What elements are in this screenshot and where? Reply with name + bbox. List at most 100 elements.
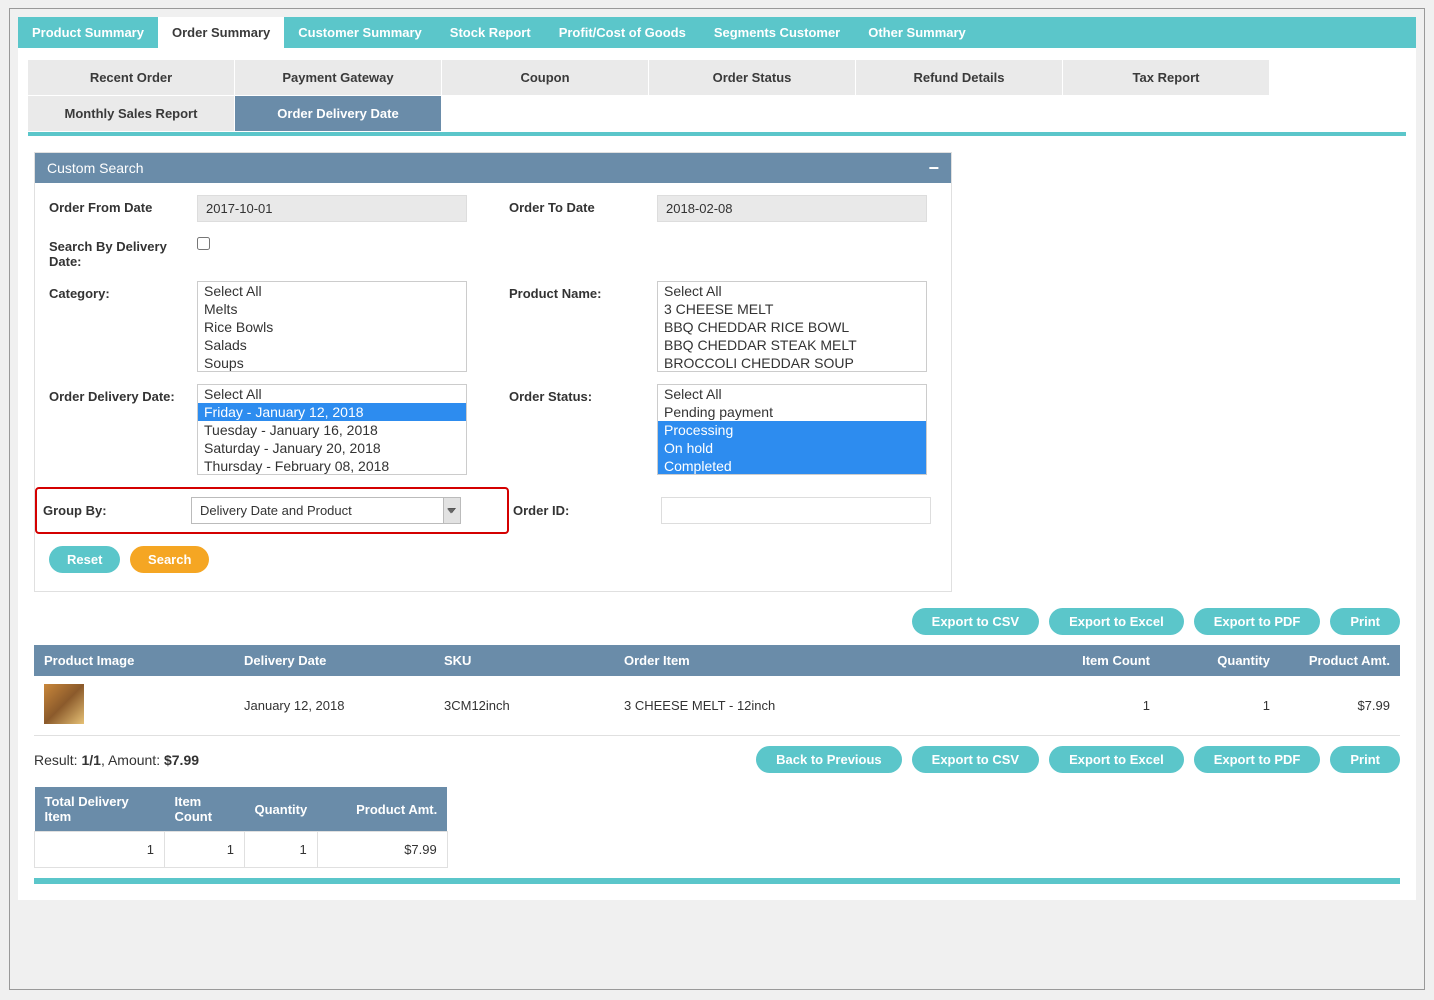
sum-total-delivery-item: 1 (35, 832, 165, 868)
sub-tab-monthly-sales-report[interactable]: Monthly Sales Report (28, 96, 235, 132)
sum-quantity: 1 (245, 832, 318, 868)
chevron-down-icon[interactable] (443, 497, 461, 524)
search-by-delivery-date-label: Search By Delivery Date: (49, 234, 197, 269)
col-order-item: Order Item (614, 645, 1040, 676)
cell-delivery-date: January 12, 2018 (234, 676, 434, 736)
reset-button[interactable]: Reset (49, 546, 120, 573)
cell-item-count: 1 (1040, 676, 1160, 736)
sub-tab-tax-report[interactable]: Tax Report (1063, 60, 1270, 96)
category-label: Category: (49, 281, 197, 301)
bottom-accent-bar (34, 878, 1400, 884)
order-status-listbox[interactable]: Select AllPending paymentProcessingOn ho… (657, 384, 927, 475)
list-item[interactable]: Melts (198, 300, 466, 318)
cell-sku: 3CM12inch (434, 676, 614, 736)
list-item[interactable]: Soups (198, 354, 466, 372)
panel-header: Custom Search − (35, 153, 951, 183)
col-product-image: Product Image (34, 645, 234, 676)
custom-search-panel: Custom Search − Order From Date Ord (34, 152, 952, 592)
print-button[interactable]: Print (1330, 608, 1400, 635)
result-summary-text: Result: 1/1, Amount: $7.99 (34, 752, 199, 768)
back-to-previous-button[interactable]: Back to Previous (756, 746, 902, 773)
export-csv-button-bottom[interactable]: Export to CSV (912, 746, 1039, 773)
list-item[interactable]: Tuesday - January 16, 2018 (198, 421, 466, 439)
sub-tabs: Recent OrderPayment GatewayCouponOrder S… (28, 60, 1406, 136)
sum-col-quantity: Quantity (245, 787, 318, 832)
list-item[interactable]: Thursday - February 08, 2018 (198, 457, 466, 475)
top-tab-other-summary[interactable]: Other Summary (854, 17, 980, 48)
collapse-icon[interactable]: − (928, 161, 939, 175)
list-item[interactable]: Select All (198, 282, 466, 300)
product-name-label: Product Name: (509, 281, 657, 301)
col-item-count: Item Count (1040, 645, 1160, 676)
search-by-delivery-date-checkbox[interactable] (197, 237, 210, 250)
sum-item-count: 1 (165, 832, 245, 868)
export-pdf-button[interactable]: Export to PDF (1194, 608, 1321, 635)
top-tab-stock-report[interactable]: Stock Report (436, 17, 545, 48)
col-delivery-date: Delivery Date (234, 645, 434, 676)
order-from-date-input[interactable] (197, 195, 467, 222)
list-item[interactable]: Select All (658, 282, 926, 300)
group-by-label: Group By: (43, 503, 191, 518)
sum-product-amt: $7.99 (317, 832, 447, 868)
results-table: Product Image Delivery Date SKU Order It… (34, 645, 1400, 736)
cell-order-item: 3 CHEESE MELT - 12inch (614, 676, 1040, 736)
list-item[interactable]: BBQ CHEDDAR RICE BOWL (658, 318, 926, 336)
top-tab-segments-customer[interactable]: Segments Customer (700, 17, 854, 48)
export-excel-button[interactable]: Export to Excel (1049, 608, 1184, 635)
list-item[interactable]: Select All (198, 385, 466, 403)
sum-col-item-count: Item Count (165, 787, 245, 832)
sum-col-total-delivery-item: Total Delivery Item (35, 787, 165, 832)
order-id-input[interactable] (661, 497, 931, 524)
list-item[interactable]: Select All (658, 385, 926, 403)
group-by-highlight: Group By: Delivery Date and Product (35, 487, 509, 534)
top-tab-profit-cost-of-goods[interactable]: Profit/Cost of Goods (545, 17, 700, 48)
sum-col-product-amt: Product Amt. (317, 787, 447, 832)
list-item[interactable]: Pending payment (658, 403, 926, 421)
delivery-date-listbox[interactable]: Select AllFriday - January 12, 2018Tuesd… (197, 384, 467, 475)
sub-tab-coupon[interactable]: Coupon (442, 60, 649, 96)
list-item[interactable]: Friday - January 12, 2018 (198, 403, 466, 421)
product-listbox[interactable]: Select All3 CHEESE MELTBBQ CHEDDAR RICE … (657, 281, 927, 372)
top-tab-product-summary[interactable]: Product Summary (18, 17, 158, 48)
sub-tab-recent-order[interactable]: Recent Order (28, 60, 235, 96)
list-item[interactable]: BROCCOLI CHEDDAR SOUP (658, 354, 926, 372)
cell-quantity: 1 (1160, 676, 1280, 736)
group-by-select[interactable]: Delivery Date and Product (191, 497, 461, 524)
cell-product-amt: $7.99 (1280, 676, 1400, 736)
summary-row: 1 1 1 $7.99 (35, 832, 448, 868)
table-row: January 12, 2018 3CM12inch 3 CHEESE MELT… (34, 676, 1400, 736)
list-item[interactable]: Saturday - January 20, 2018 (198, 439, 466, 457)
order-to-date-label: Order To Date (509, 195, 657, 215)
list-item[interactable]: 3 CHEESE MELT (658, 300, 926, 318)
top-tab-order-summary[interactable]: Order Summary (158, 17, 284, 48)
top-tab-customer-summary[interactable]: Customer Summary (284, 17, 436, 48)
col-sku: SKU (434, 645, 614, 676)
sub-tab-payment-gateway[interactable]: Payment Gateway (235, 60, 442, 96)
search-button[interactable]: Search (130, 546, 209, 573)
list-item[interactable]: Completed (658, 457, 926, 475)
list-item[interactable]: Rice Bowls (198, 318, 466, 336)
export-csv-button[interactable]: Export to CSV (912, 608, 1039, 635)
sub-tab-refund-details[interactable]: Refund Details (856, 60, 1063, 96)
delivery-date-label: Order Delivery Date: (49, 384, 197, 404)
list-item[interactable]: BBQ CHEDDAR STEAK MELT (658, 336, 926, 354)
list-item[interactable]: On hold (658, 439, 926, 457)
sub-tab-order-delivery-date[interactable]: Order Delivery Date (235, 96, 442, 132)
export-pdf-button-bottom[interactable]: Export to PDF (1194, 746, 1321, 773)
product-thumb (44, 684, 84, 724)
panel-title: Custom Search (47, 160, 143, 176)
print-button-bottom[interactable]: Print (1330, 746, 1400, 773)
category-listbox[interactable]: Select AllMeltsRice BowlsSaladsSoups (197, 281, 467, 372)
list-item[interactable]: Salads (198, 336, 466, 354)
col-product-amt: Product Amt. (1280, 645, 1400, 676)
top-tabs: Product SummaryOrder SummaryCustomer Sum… (18, 17, 1416, 48)
list-item[interactable]: Processing (658, 421, 926, 439)
order-from-date-label: Order From Date (49, 195, 197, 215)
order-status-label: Order Status: (509, 384, 657, 404)
order-to-date-input[interactable] (657, 195, 927, 222)
sub-tab-order-status[interactable]: Order Status (649, 60, 856, 96)
order-id-label: Order ID: (513, 503, 661, 518)
export-excel-button-bottom[interactable]: Export to Excel (1049, 746, 1184, 773)
summary-table: Total Delivery Item Item Count Quantity … (34, 787, 448, 868)
col-quantity: Quantity (1160, 645, 1280, 676)
